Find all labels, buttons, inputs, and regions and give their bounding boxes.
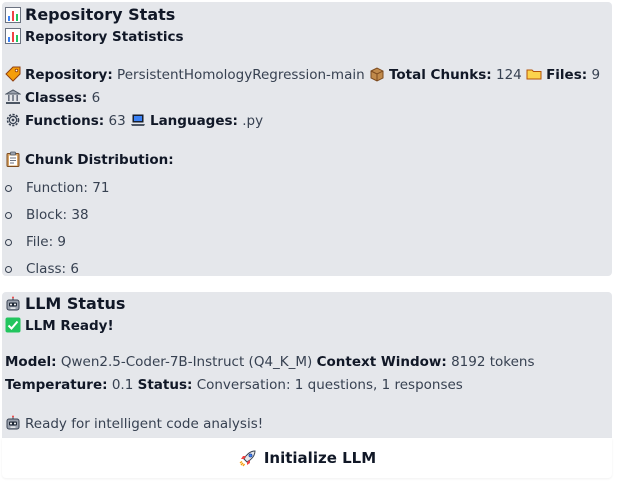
files-label: Files: bbox=[546, 67, 588, 83]
list-item: Class: 6 bbox=[5, 256, 612, 283]
classes-line: Classes: 6 bbox=[5, 87, 612, 110]
chunk-distribution-heading-row: Chunk Distribution: bbox=[5, 149, 612, 171]
ready-message-line: Ready for intelligent code analysis! bbox=[5, 413, 612, 436]
repository-statistics-subtitle: Repository Statistics bbox=[25, 29, 184, 45]
chunk-distribution-heading: Chunk Distribution: bbox=[25, 152, 174, 168]
temperature-line: Temperature: 0.1 Status: Conversation: 1… bbox=[5, 374, 612, 397]
repository-stats-title-row: Repository Stats bbox=[5, 4, 612, 26]
check-mark-icon bbox=[5, 317, 21, 333]
functions-line: Functions: 63 Languages: .py bbox=[5, 110, 612, 133]
languages-value: .py bbox=[242, 113, 264, 129]
languages-label: Languages: bbox=[149, 113, 238, 129]
gear-icon bbox=[5, 112, 21, 128]
list-item: Function: 71 bbox=[5, 175, 612, 202]
bank-icon bbox=[5, 89, 21, 105]
initialize-llm-button[interactable]: Initialize LLM bbox=[2, 438, 612, 478]
initialize-llm-label: Initialize LLM bbox=[263, 449, 377, 467]
bar-chart-icon bbox=[5, 7, 21, 23]
context-window-label: Context Window: bbox=[316, 354, 447, 370]
temperature-label: Temperature: bbox=[5, 377, 108, 393]
model-label: Model: bbox=[5, 354, 57, 370]
chunk-item-text: Block: 38 bbox=[26, 207, 89, 223]
chunk-distribution-list: Function: 71 Block: 38 File: 9 Class: 6 bbox=[5, 175, 612, 283]
functions-label: Functions: bbox=[25, 113, 105, 129]
model-value: Qwen2.5-Coder-7B-Instruct (Q4_K_M) bbox=[60, 354, 313, 370]
tag-icon bbox=[5, 66, 21, 82]
bullet-icon bbox=[5, 239, 12, 246]
repository-stats-title: Repository Stats bbox=[25, 5, 176, 24]
repository-line: Repository: PersistentHomologyRegression… bbox=[5, 64, 612, 87]
ready-message: Ready for intelligent code analysis! bbox=[25, 416, 264, 432]
folder-icon bbox=[526, 66, 542, 82]
classes-value: 6 bbox=[91, 90, 101, 106]
chunk-item-text: File: 9 bbox=[26, 234, 67, 250]
repository-value: PersistentHomologyRegression-main bbox=[117, 67, 365, 83]
robot-icon bbox=[5, 296, 21, 312]
rocket-icon bbox=[238, 448, 258, 468]
llm-status-title-row: LLM Status bbox=[5, 293, 612, 315]
laptop-icon bbox=[130, 112, 146, 128]
temperature-value: 0.1 bbox=[111, 377, 134, 393]
llm-ready-row: LLM Ready! bbox=[5, 315, 612, 337]
robot-icon bbox=[5, 415, 21, 431]
files-value: 9 bbox=[591, 67, 601, 83]
repository-label: Repository: bbox=[25, 67, 113, 83]
bullet-icon bbox=[5, 266, 12, 273]
repository-stats-panel: Repository Stats Repository Statistics R… bbox=[2, 2, 612, 277]
bullet-icon bbox=[5, 212, 12, 219]
total-chunks-label: Total Chunks: bbox=[388, 67, 492, 83]
status-value: Conversation: 1 questions, 1 responses bbox=[196, 377, 463, 393]
status-label: Status: bbox=[137, 377, 193, 393]
classes-label: Classes: bbox=[25, 90, 88, 106]
chunk-item-text: Class: 6 bbox=[26, 261, 79, 277]
llm-status-panel: LLM Status LLM Ready! Model: Qwen2.5-Cod… bbox=[2, 292, 612, 438]
llm-ready-text: LLM Ready! bbox=[25, 318, 114, 334]
context-window-value: 8192 tokens bbox=[451, 354, 535, 370]
total-chunks-value: 124 bbox=[496, 67, 522, 83]
package-icon bbox=[369, 66, 385, 82]
functions-value: 63 bbox=[108, 113, 126, 129]
repository-statistics-subtitle-row: Repository Statistics bbox=[5, 26, 612, 48]
bullet-icon bbox=[5, 185, 12, 192]
chunk-item-text: Function: 71 bbox=[26, 180, 110, 196]
bar-chart-icon bbox=[5, 28, 21, 44]
clipboard-icon bbox=[5, 151, 21, 167]
llm-status-title: LLM Status bbox=[25, 294, 126, 313]
list-item: Block: 38 bbox=[5, 202, 612, 229]
model-line: Model: Qwen2.5-Coder-7B-Instruct (Q4_K_M… bbox=[5, 351, 612, 374]
list-item: File: 9 bbox=[5, 229, 612, 256]
